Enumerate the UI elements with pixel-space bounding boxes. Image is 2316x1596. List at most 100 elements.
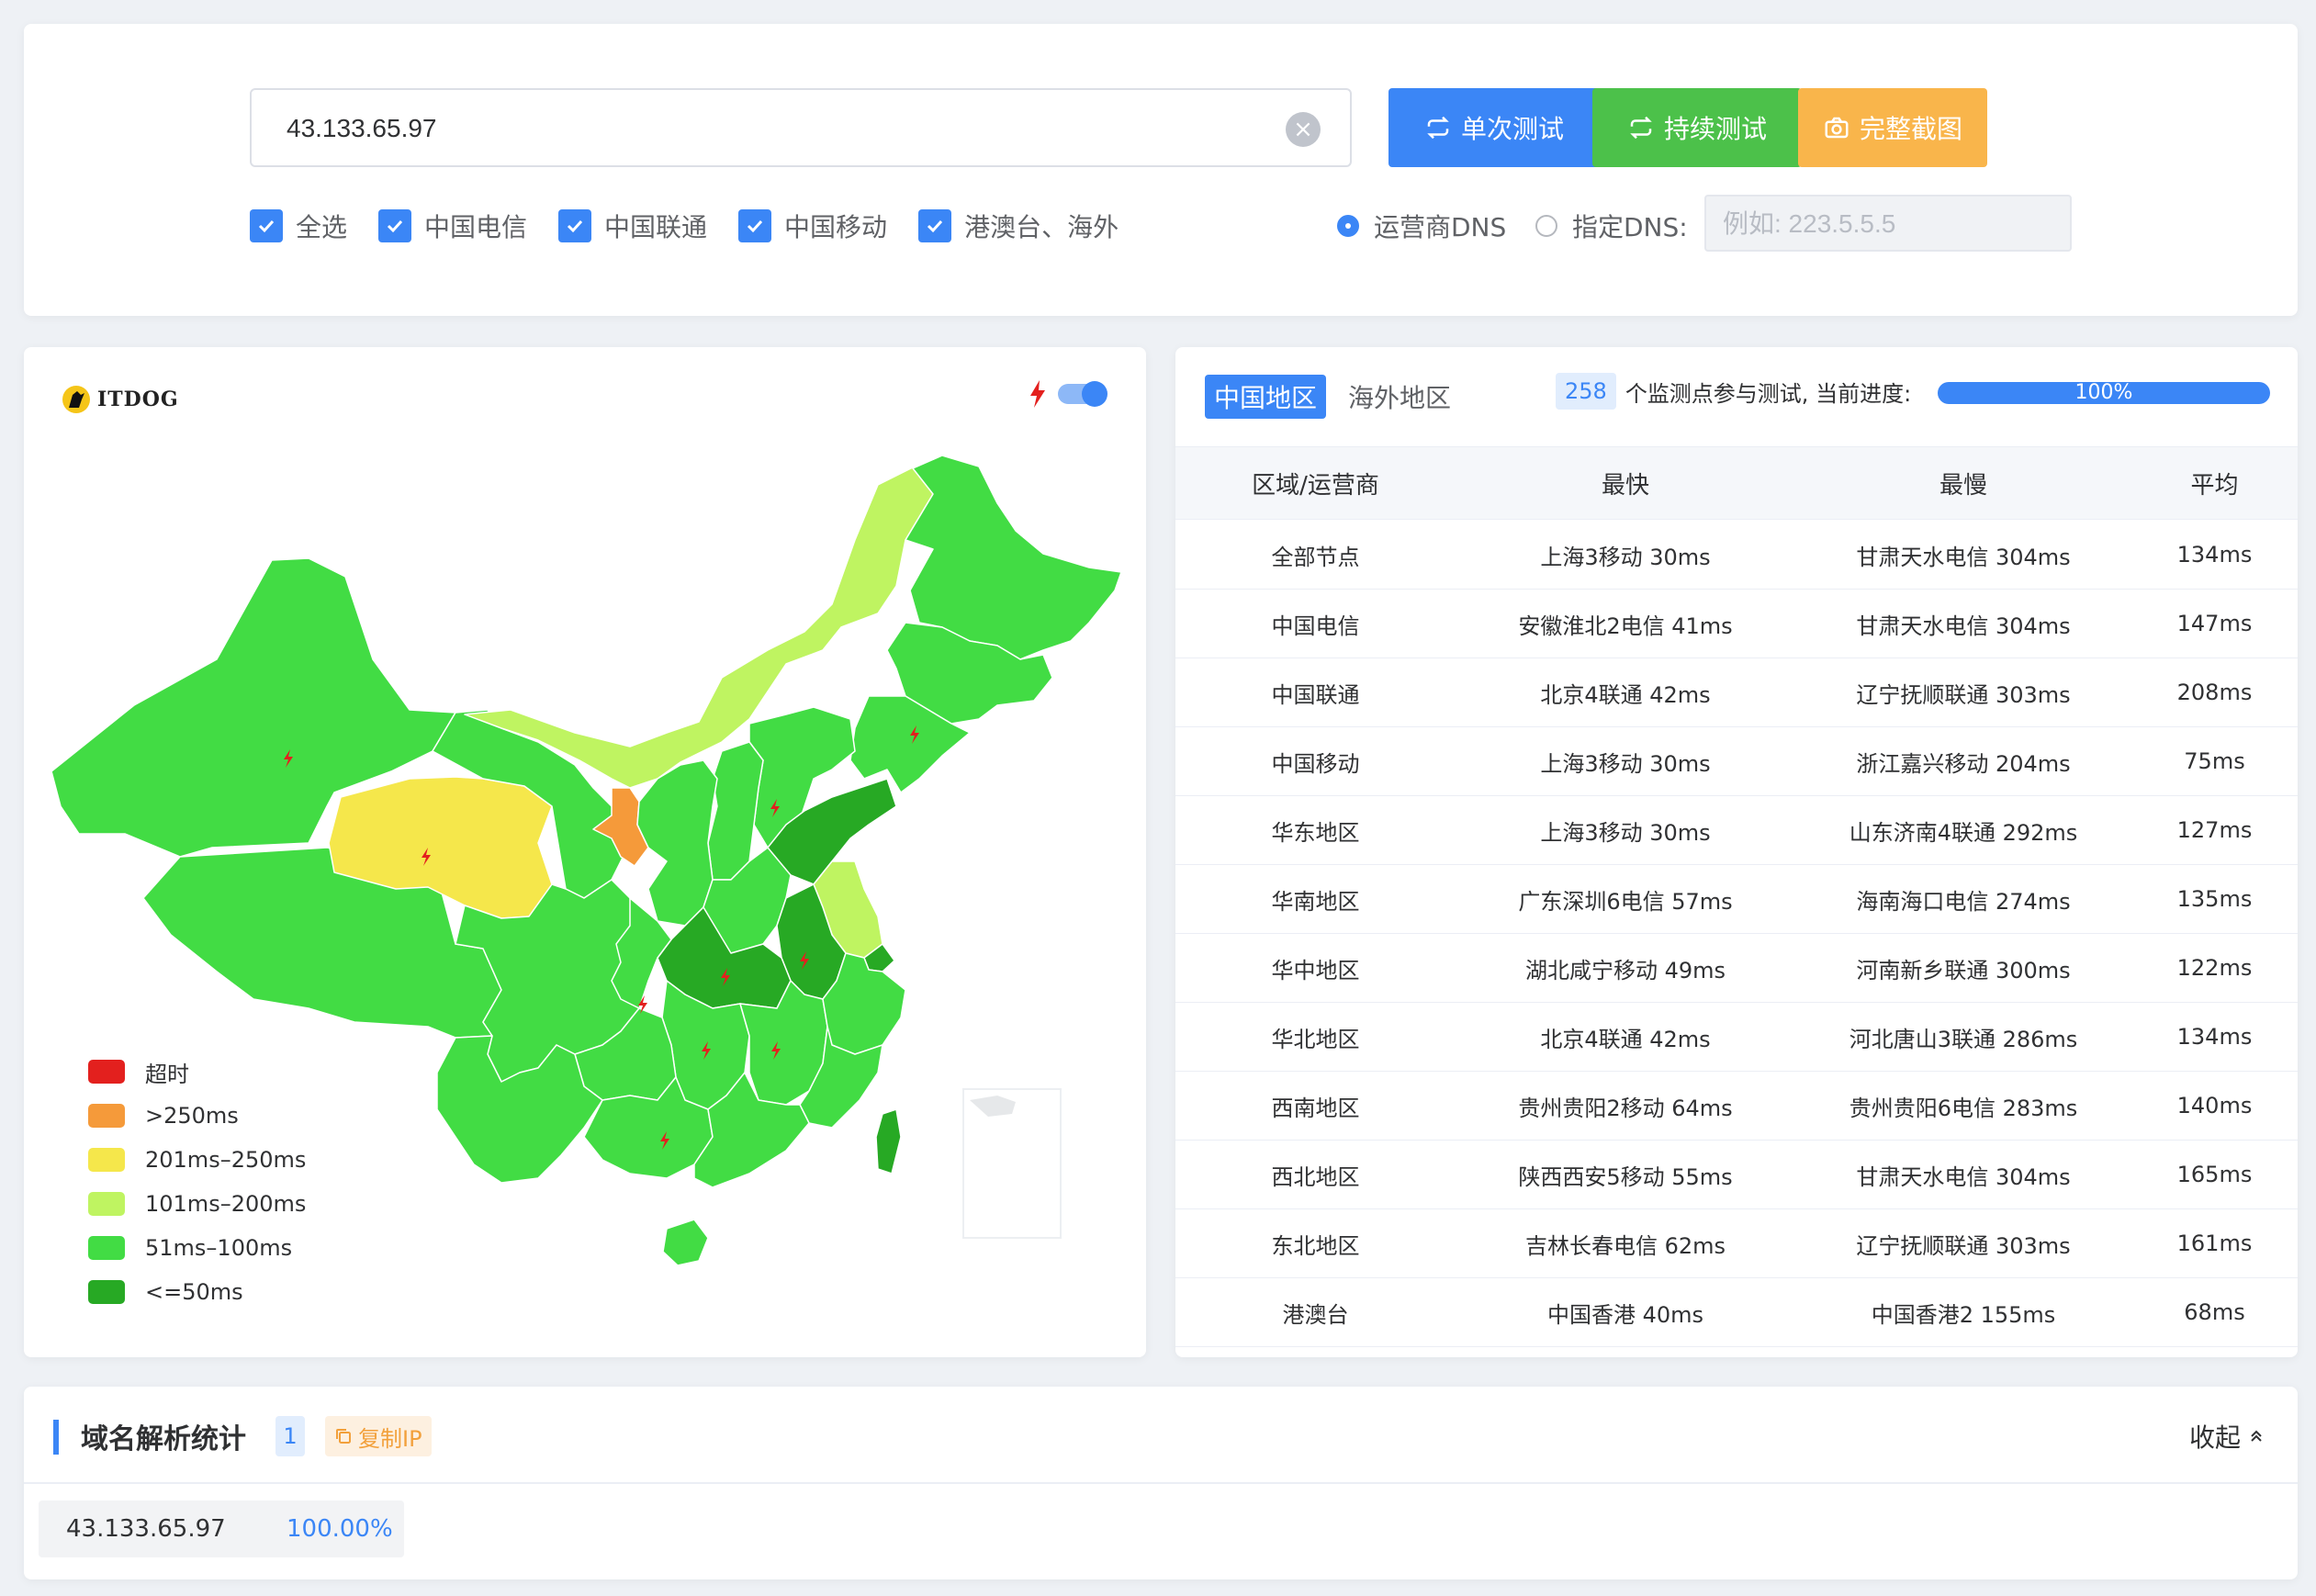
latency-stats-panel: 中国地区 海外地区 258 个监测点参与测试, 当前进度: 100% 区域/运营…: [1175, 347, 2298, 1357]
legend-item-over-250[interactable]: >250ms: [88, 1094, 306, 1138]
cell-fastest: 北京4联通 42ms: [1540, 681, 1711, 708]
cell-fastest: 贵州贵阳2移动 64ms: [1518, 1095, 1733, 1121]
cell-average: 134ms: [2176, 1024, 2253, 1050]
resolved-ip-chip[interactable]: 43.133.65.97 100.00%: [39, 1500, 404, 1557]
radio-custom-dns[interactable]: 指定DNS:: [1535, 208, 1688, 244]
radio-isp-dns[interactable]: 运营商DNS: [1337, 208, 1506, 244]
copy-ip-button[interactable]: 复制IP: [325, 1416, 432, 1456]
custom-dns-field[interactable]: [1704, 195, 2072, 252]
check-icon: [738, 209, 772, 242]
table-row: 中国联通 北京4联通 42ms 辽宁抚顺联通 303ms 208ms: [1175, 658, 2298, 727]
checkbox-label: 中国联通: [604, 212, 708, 242]
cell-slowest: 河南新乡联通 300ms: [1856, 957, 2071, 983]
cell-slowest: 山东济南4联通 292ms: [1849, 819, 2078, 846]
cell-region: 华中地区: [1271, 957, 1360, 983]
cell-fastest: 上海3移动 30ms: [1540, 750, 1711, 777]
cell-average: 147ms: [2176, 611, 2253, 636]
cell-average: 135ms: [2176, 886, 2253, 912]
legend-item-201-250[interactable]: 201ms–250ms: [88, 1138, 306, 1182]
checkbox-telecom[interactable]: 中国电信: [378, 208, 527, 244]
resolved-ip: 43.133.65.97: [66, 1515, 226, 1543]
screenshot-button[interactable]: 完整截图: [1798, 88, 1987, 167]
cell-fastest: 安徽淮北2电信 41ms: [1518, 613, 1733, 639]
checkbox-label: 中国电信: [424, 212, 528, 242]
cell-fastest: 北京4联通 42ms: [1540, 1026, 1711, 1052]
target-input[interactable]: [287, 112, 1205, 145]
cell-region: 华东地区: [1271, 819, 1360, 846]
test-config-panel: × 单次测试 持续测试 完整截图 全选 中国电信 中国联通 中国移动 港澳台、海…: [24, 24, 2298, 316]
legend-item-51-100[interactable]: 51ms–100ms: [88, 1226, 306, 1270]
cell-average: 208ms: [2176, 680, 2253, 705]
checkbox-mobile[interactable]: 中国移动: [738, 208, 887, 244]
table-row: 中国电信 安徽淮北2电信 41ms 甘肃天水电信 304ms 147ms: [1175, 590, 2298, 658]
monitor-text: 个监测点参与测试, 当前进度:: [1625, 380, 1912, 407]
legend-swatch: [88, 1060, 125, 1084]
dns-resolution-panel: 域名解析统计 1 复制IP 收起 43.133.65.97 100.00%: [24, 1387, 2298, 1579]
cell-fastest: 上海3移动 30ms: [1540, 544, 1711, 570]
tab-china[interactable]: 中国地区: [1205, 375, 1327, 419]
header-region: 区域/运营商: [1252, 471, 1379, 500]
cell-slowest: 辽宁抚顺联通 303ms: [1856, 681, 2071, 708]
cell-slowest: 甘肃天水电信 304ms: [1856, 613, 2071, 639]
cell-average: 161ms: [2176, 1231, 2253, 1256]
cell-average: 134ms: [2176, 542, 2253, 568]
collapse-button[interactable]: 收起: [2189, 1418, 2265, 1455]
cell-slowest: 辽宁抚顺联通 303ms: [1856, 1232, 2071, 1259]
map-region-taiwan: [875, 1108, 902, 1175]
cell-average: 140ms: [2176, 1093, 2253, 1118]
header-fastest: 最快: [1601, 471, 1649, 500]
checkbox-select-all[interactable]: 全选: [250, 208, 347, 244]
region-tabs: 中国地区 海外地区: [1205, 375, 1473, 419]
repeat-icon: [1427, 116, 1449, 140]
custom-dns-input[interactable]: [1723, 209, 2053, 239]
checkbox-label: 港澳台、海外: [964, 212, 1119, 242]
header-average: 平均: [2190, 471, 2239, 500]
continuous-test-button[interactable]: 持续测试: [1592, 88, 1802, 167]
checkbox-overseas[interactable]: 港澳台、海外: [918, 208, 1119, 244]
legend-label: 101ms–200ms: [145, 1191, 307, 1217]
single-test-label: 单次测试: [1460, 114, 1564, 144]
continuous-test-label: 持续测试: [1663, 114, 1767, 144]
cell-region: 港澳台: [1282, 1301, 1349, 1328]
legend-swatch: [88, 1236, 125, 1260]
table-row: 华东地区 上海3移动 30ms 山东济南4联通 292ms 127ms: [1175, 796, 2298, 865]
table-row: 华北地区 北京4联通 42ms 河北唐山3联通 286ms 134ms: [1175, 1003, 2298, 1072]
cell-average: 75ms: [2184, 748, 2245, 774]
screenshot-label: 完整截图: [1859, 114, 1962, 144]
clear-icon[interactable]: ×: [1286, 112, 1321, 147]
single-test-button[interactable]: 单次测试: [1388, 88, 1600, 167]
legend-label: 201ms–250ms: [145, 1147, 307, 1173]
checkbox-unicom[interactable]: 中国联通: [558, 208, 707, 244]
legend-item-timeout[interactable]: 超时: [88, 1050, 306, 1094]
check-icon: [250, 209, 283, 242]
monitor-summary: 258 个监测点参与测试, 当前进度:: [1556, 373, 1911, 410]
latency-map-panel: ITDOG 超时 >250ms 201ms–250ms 101ms–200ms …: [24, 347, 1146, 1357]
radio-custom-dns-label: 指定DNS:: [1572, 212, 1688, 242]
monitor-count: 258: [1556, 373, 1616, 410]
radio-isp-dns-label: 运营商DNS: [1374, 212, 1507, 242]
radio-unselected-icon: [1535, 215, 1557, 237]
copy-icon: [336, 1429, 351, 1444]
cell-slowest: 中国香港2 155ms: [1871, 1301, 2056, 1328]
cell-slowest: 甘肃天水电信 304ms: [1856, 1163, 2071, 1190]
cell-region: 中国电信: [1271, 613, 1360, 639]
legend-item-under-50[interactable]: <=50ms: [88, 1270, 306, 1314]
cell-region: 华北地区: [1271, 1026, 1360, 1052]
table-row: 西北地区 陕西西安5移动 55ms 甘肃天水电信 304ms 165ms: [1175, 1141, 2298, 1209]
table-row: 华中地区 湖北咸宁移动 49ms 河南新乡联通 300ms 122ms: [1175, 934, 2298, 1003]
test-progress-bar: 100%: [1938, 382, 2270, 404]
cell-fastest: 吉林长春电信 62ms: [1524, 1232, 1726, 1259]
legend-swatch: [88, 1280, 125, 1304]
cell-region: 西南地区: [1271, 1095, 1360, 1121]
header-slowest: 最慢: [1939, 471, 1987, 500]
title-accent-bar: [53, 1420, 59, 1455]
legend-label: >250ms: [145, 1103, 239, 1129]
check-icon: [918, 209, 952, 242]
cell-slowest: 海南海口电信 274ms: [1856, 888, 2071, 915]
cell-slowest: 河北唐山3联通 286ms: [1849, 1026, 2078, 1052]
tab-overseas[interactable]: 海外地区: [1339, 375, 1460, 419]
table-row: 东北地区 吉林长春电信 62ms 辽宁抚顺联通 303ms 161ms: [1175, 1209, 2298, 1278]
map-region-hainan: [662, 1219, 709, 1266]
legend-item-101-200[interactable]: 101ms–200ms: [88, 1182, 306, 1226]
target-input-box[interactable]: ×: [250, 88, 1352, 167]
